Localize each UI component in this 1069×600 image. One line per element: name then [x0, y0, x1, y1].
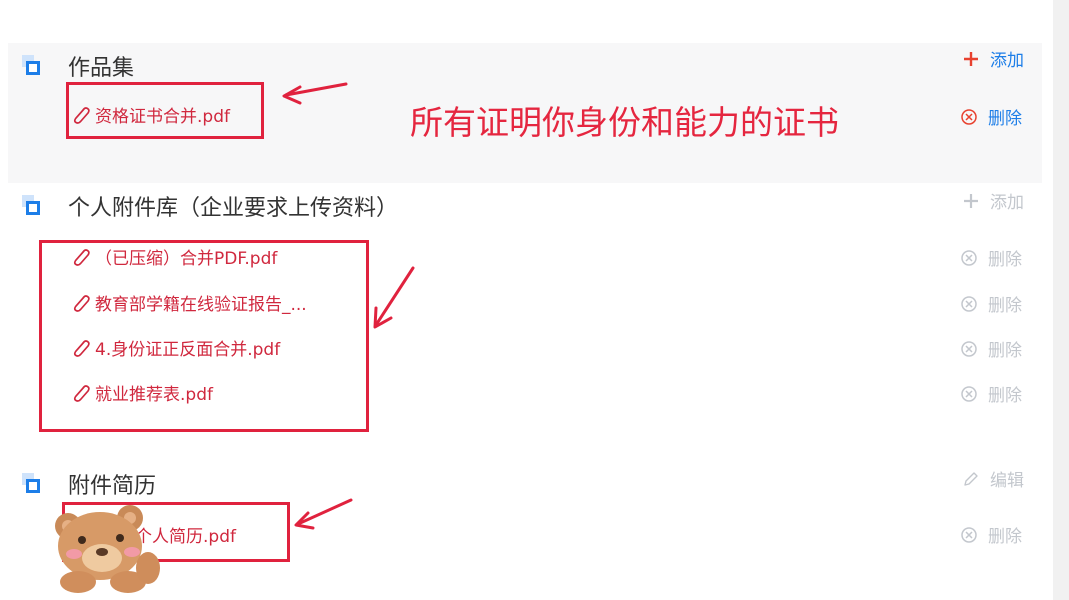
delete-button[interactable]: 删除	[960, 245, 1022, 270]
delete-button[interactable]: 删除	[960, 381, 1022, 406]
add-button[interactable]: 添加	[962, 46, 1024, 71]
file-name: 教育部学籍在线验证报告_...	[95, 295, 307, 315]
add-label: 添加	[990, 51, 1024, 71]
circle-x-icon	[961, 108, 977, 125]
paperclip-icon	[73, 248, 90, 266]
paperclip-icon	[73, 339, 90, 357]
file-item[interactable]: 资格证书合并.pdf	[70, 102, 230, 127]
file-name: 4.身份证正反面合并.pdf	[95, 340, 281, 360]
teddy-bear-sticker	[55, 505, 160, 593]
delete-label: 删除	[988, 296, 1022, 316]
file-name: 就业推荐表.pdf	[95, 385, 213, 405]
section-title: 个人附件库（企业要求上传资料）	[68, 196, 399, 221]
delete-label: 删除	[988, 109, 1022, 129]
plus-icon	[964, 193, 978, 208]
file-item[interactable]: 就业推荐表.pdf	[70, 380, 213, 405]
scrollbar[interactable]	[1053, 0, 1069, 600]
section-title: 作品集	[68, 56, 135, 81]
edit-button[interactable]: 编辑	[962, 466, 1024, 491]
delete-button[interactable]: 删除	[960, 291, 1022, 316]
delete-label: 删除	[988, 250, 1022, 270]
circle-x-icon	[961, 526, 977, 543]
circle-x-icon	[961, 340, 977, 357]
delete-label: 删除	[988, 341, 1022, 361]
paperclip-icon	[73, 384, 90, 402]
section-icon	[22, 473, 42, 493]
section-icon	[22, 195, 42, 215]
delete-button[interactable]: 删除	[960, 336, 1022, 361]
circle-x-icon	[961, 385, 977, 402]
file-item[interactable]: （已压缩）合并PDF.pdf	[70, 244, 277, 269]
pencil-icon	[964, 471, 978, 486]
file-name: （已压缩）合并PDF.pdf	[95, 249, 278, 269]
arrow-icon	[294, 498, 353, 530]
paperclip-icon	[73, 106, 90, 124]
arrow-icon	[373, 266, 415, 329]
delete-label: 删除	[988, 527, 1022, 547]
file-name: 资格证书合并.pdf	[95, 107, 230, 127]
paperclip-icon	[73, 294, 90, 312]
file-item[interactable]: 4.身份证正反面合并.pdf	[70, 335, 280, 360]
plus-icon	[964, 51, 978, 66]
add-label: 添加	[990, 193, 1024, 213]
delete-button[interactable]: 删除	[960, 104, 1022, 129]
circle-x-icon	[961, 295, 977, 312]
file-item[interactable]: 教育部学籍在线验证报告_...	[70, 290, 307, 315]
circle-x-icon	[961, 249, 977, 266]
edit-label: 编辑	[990, 471, 1024, 491]
add-button[interactable]: 添加	[962, 188, 1024, 213]
section-title: 附件简历	[68, 474, 157, 499]
delete-button[interactable]: 删除	[960, 522, 1022, 547]
section-icon	[22, 55, 42, 75]
delete-label: 删除	[988, 386, 1022, 406]
annotation-text: 所有证明你身份和能力的证书	[410, 103, 839, 142]
